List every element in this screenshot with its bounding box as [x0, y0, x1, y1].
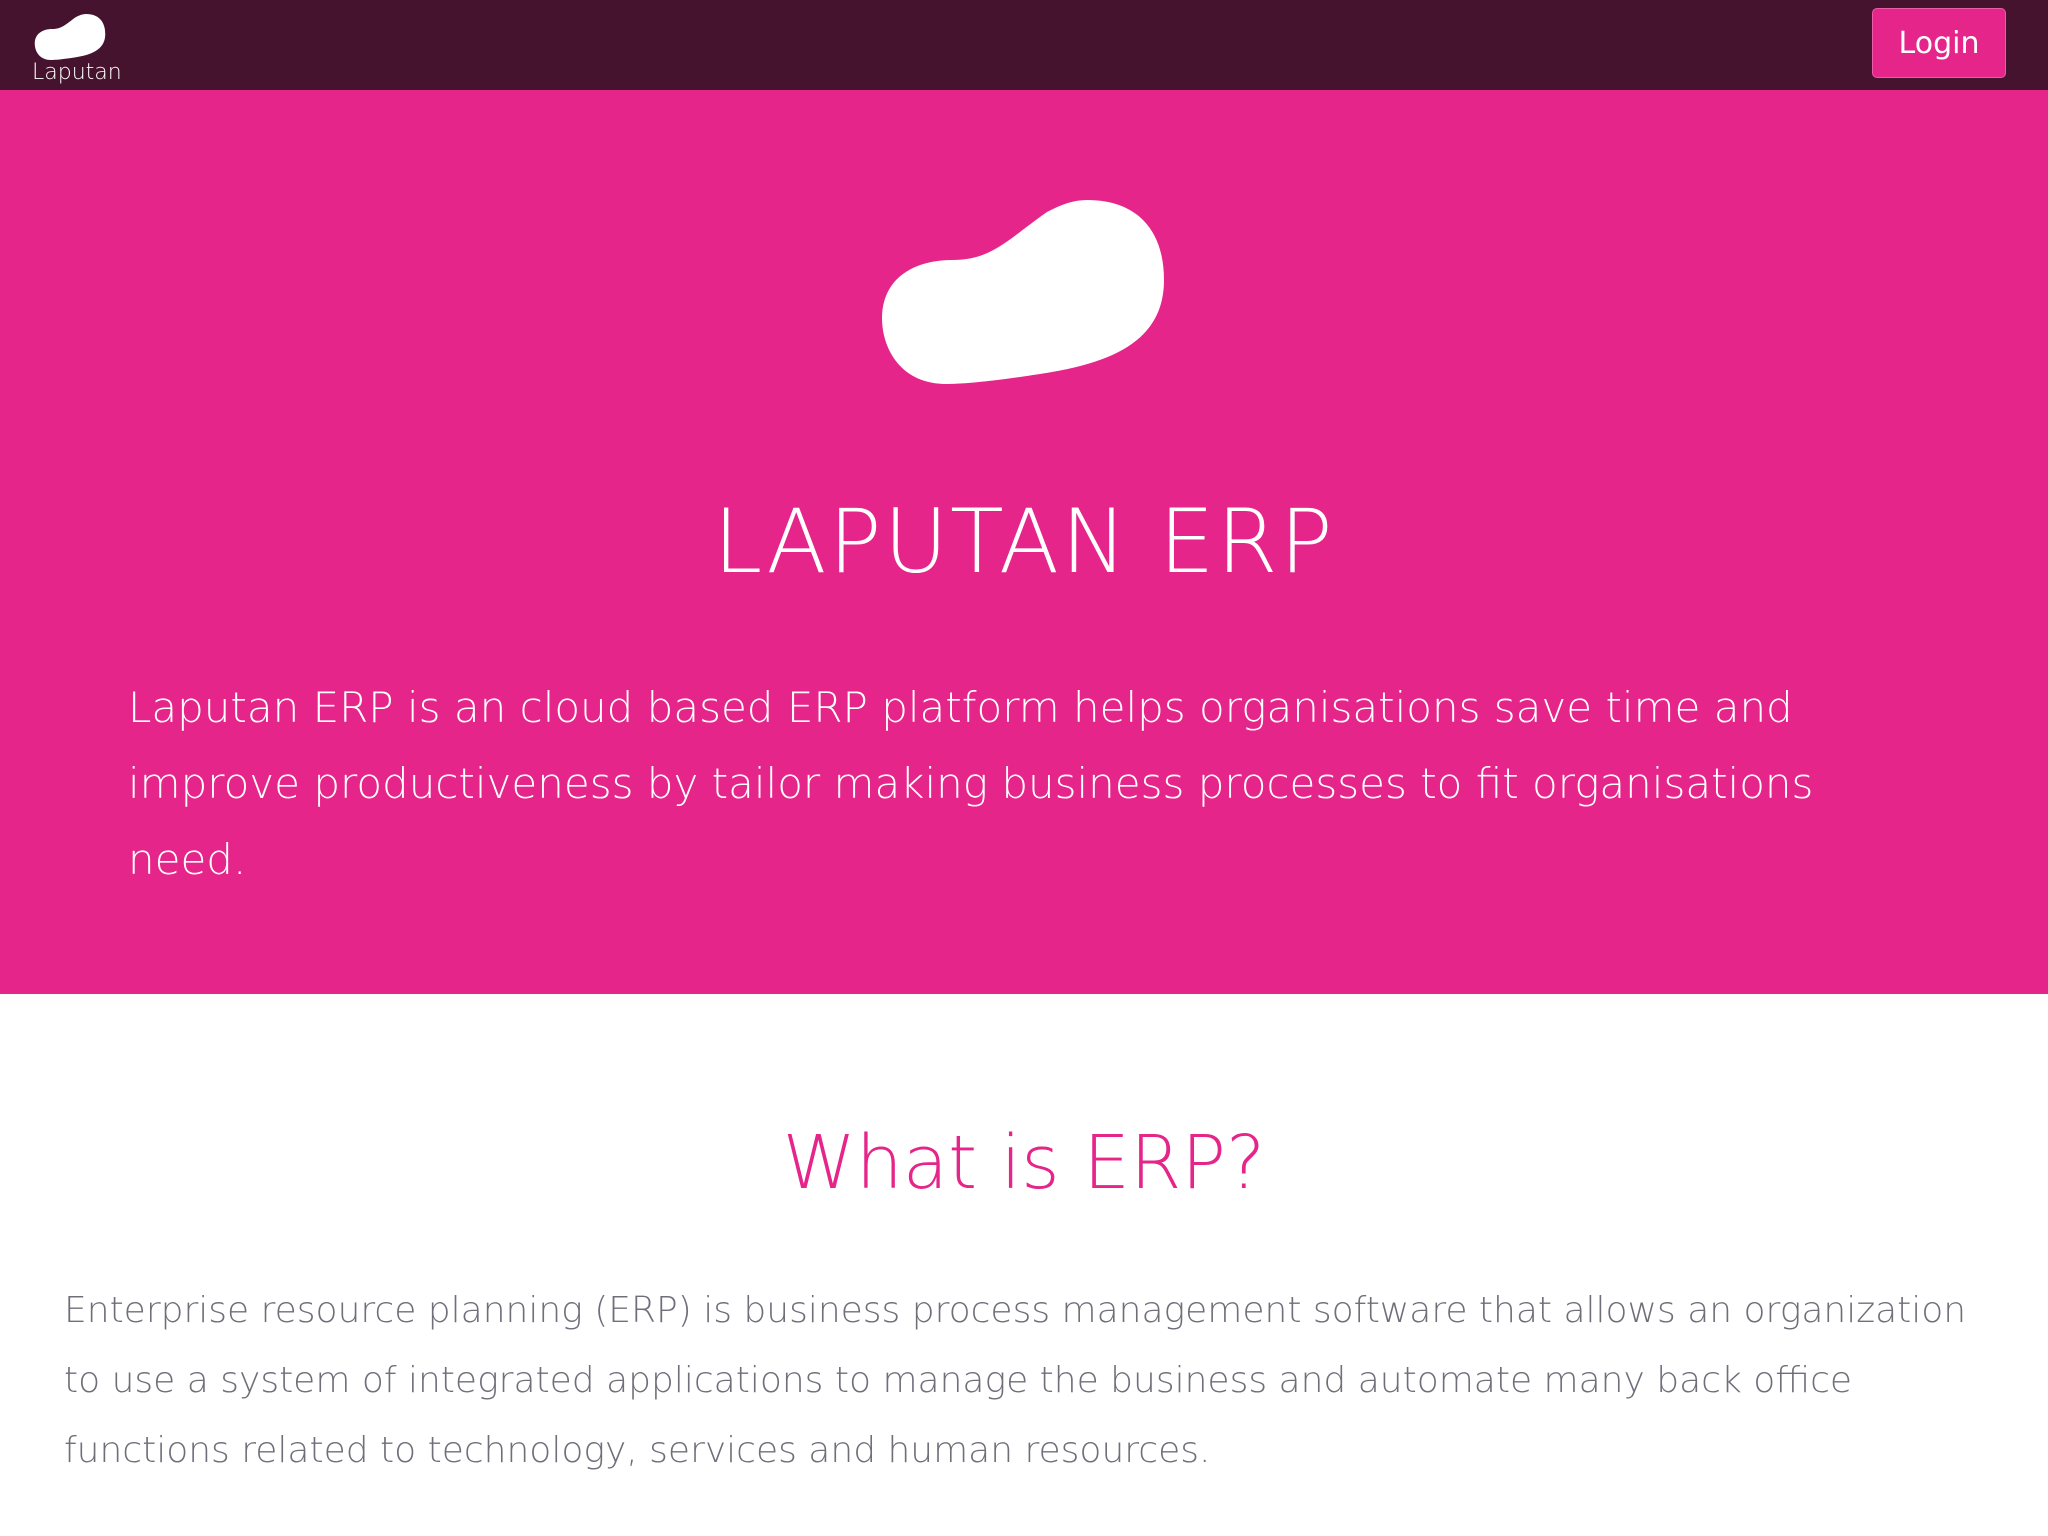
hero-title: LAPUTAN ERP	[713, 490, 1335, 593]
what-is-erp-heading: What is ERP?	[782, 1120, 1266, 1206]
cloud-blob-icon	[882, 200, 1164, 384]
brand-link[interactable]: Laputan	[30, 12, 130, 88]
brand-name: Laputan	[32, 60, 122, 85]
login-button[interactable]: Login	[1872, 8, 2006, 78]
hero-description: Laputan ERP is an cloud based ERP platfo…	[128, 683, 1814, 884]
cloud-blob-icon	[34, 14, 106, 60]
what-is-erp-description: Enterprise resource planning (ERP) is bu…	[64, 1290, 1967, 1471]
hero-section: LAPUTAN ERP Laputan ERP is an cloud base…	[0, 90, 2048, 994]
top-navbar: Laputan Login	[0, 0, 2048, 90]
